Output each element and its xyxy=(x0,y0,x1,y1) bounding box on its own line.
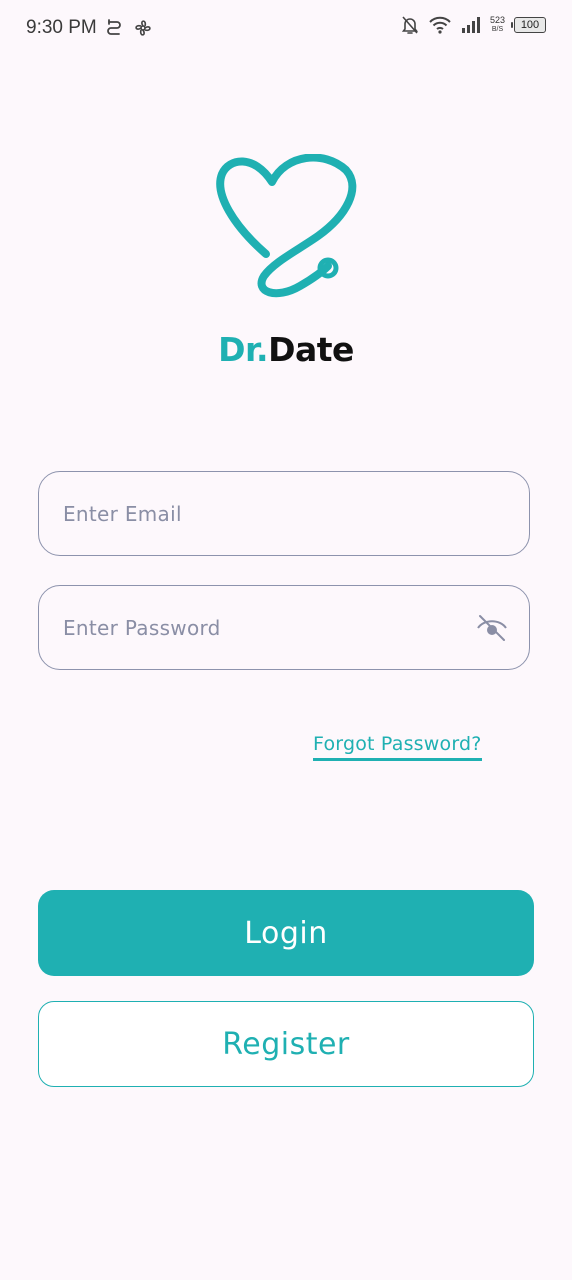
brand-name: Dr.Date xyxy=(0,330,572,369)
password-field[interactable] xyxy=(38,585,530,670)
password-input[interactable] xyxy=(63,586,473,669)
status-bar: 9:30 PM 523 B/S 100 xyxy=(0,0,572,58)
forgot-password-link[interactable]: Forgot Password? xyxy=(313,733,482,761)
eye-off-icon xyxy=(477,615,507,641)
status-time: 9:30 PM xyxy=(26,17,97,38)
bell-off-icon xyxy=(401,16,419,34)
login-button[interactable]: Login xyxy=(38,890,534,976)
sync-icon xyxy=(107,19,121,35)
wifi-icon xyxy=(429,16,451,34)
status-left-icons xyxy=(105,18,153,38)
battery-icon: 100 xyxy=(511,17,546,33)
email-input[interactable] xyxy=(63,472,473,555)
signal-icon xyxy=(461,17,480,33)
status-right-icons: 523 B/S 100 xyxy=(401,15,546,35)
password-visibility-toggle[interactable] xyxy=(475,612,509,644)
net-speed: 523 B/S xyxy=(490,16,505,34)
email-field[interactable] xyxy=(38,471,530,556)
brand-suffix: Date xyxy=(268,330,354,369)
net-speed-unit: B/S xyxy=(491,26,504,33)
heart-stethoscope-icon xyxy=(216,154,357,298)
fan-icon xyxy=(135,20,151,36)
brand-prefix: Dr. xyxy=(218,330,269,369)
register-button[interactable]: Register xyxy=(38,1001,534,1087)
net-speed-value: 523 xyxy=(489,15,505,25)
